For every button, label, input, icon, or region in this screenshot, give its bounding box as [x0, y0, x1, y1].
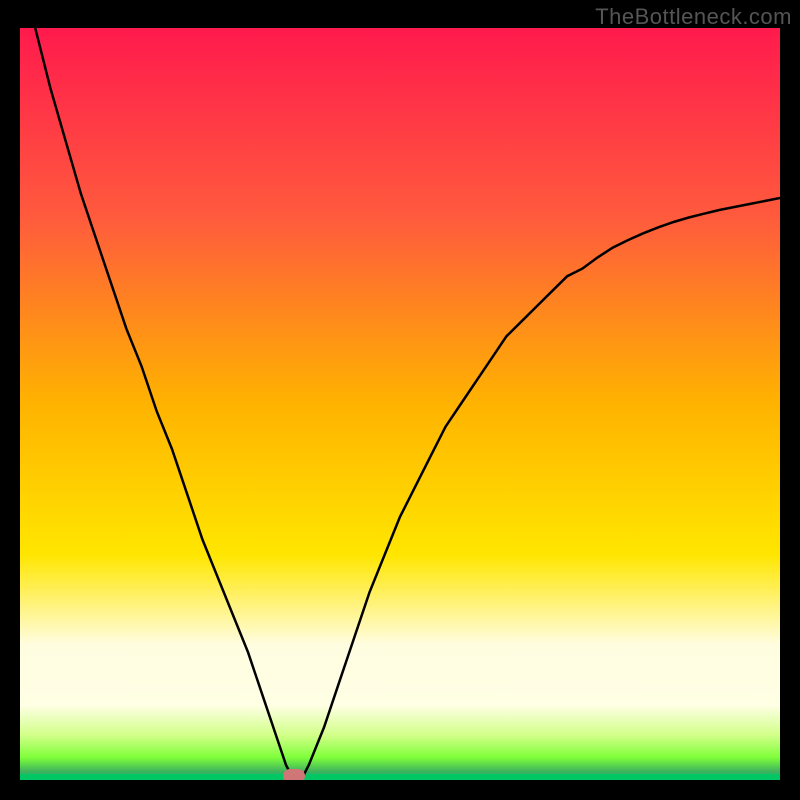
curve-layer [20, 28, 780, 780]
plot-area [20, 28, 780, 780]
attribution-text: TheBottleneck.com [595, 4, 792, 30]
minimum-marker [283, 769, 305, 780]
bottleneck-curve [35, 28, 780, 780]
chart-frame: TheBottleneck.com [0, 0, 800, 800]
